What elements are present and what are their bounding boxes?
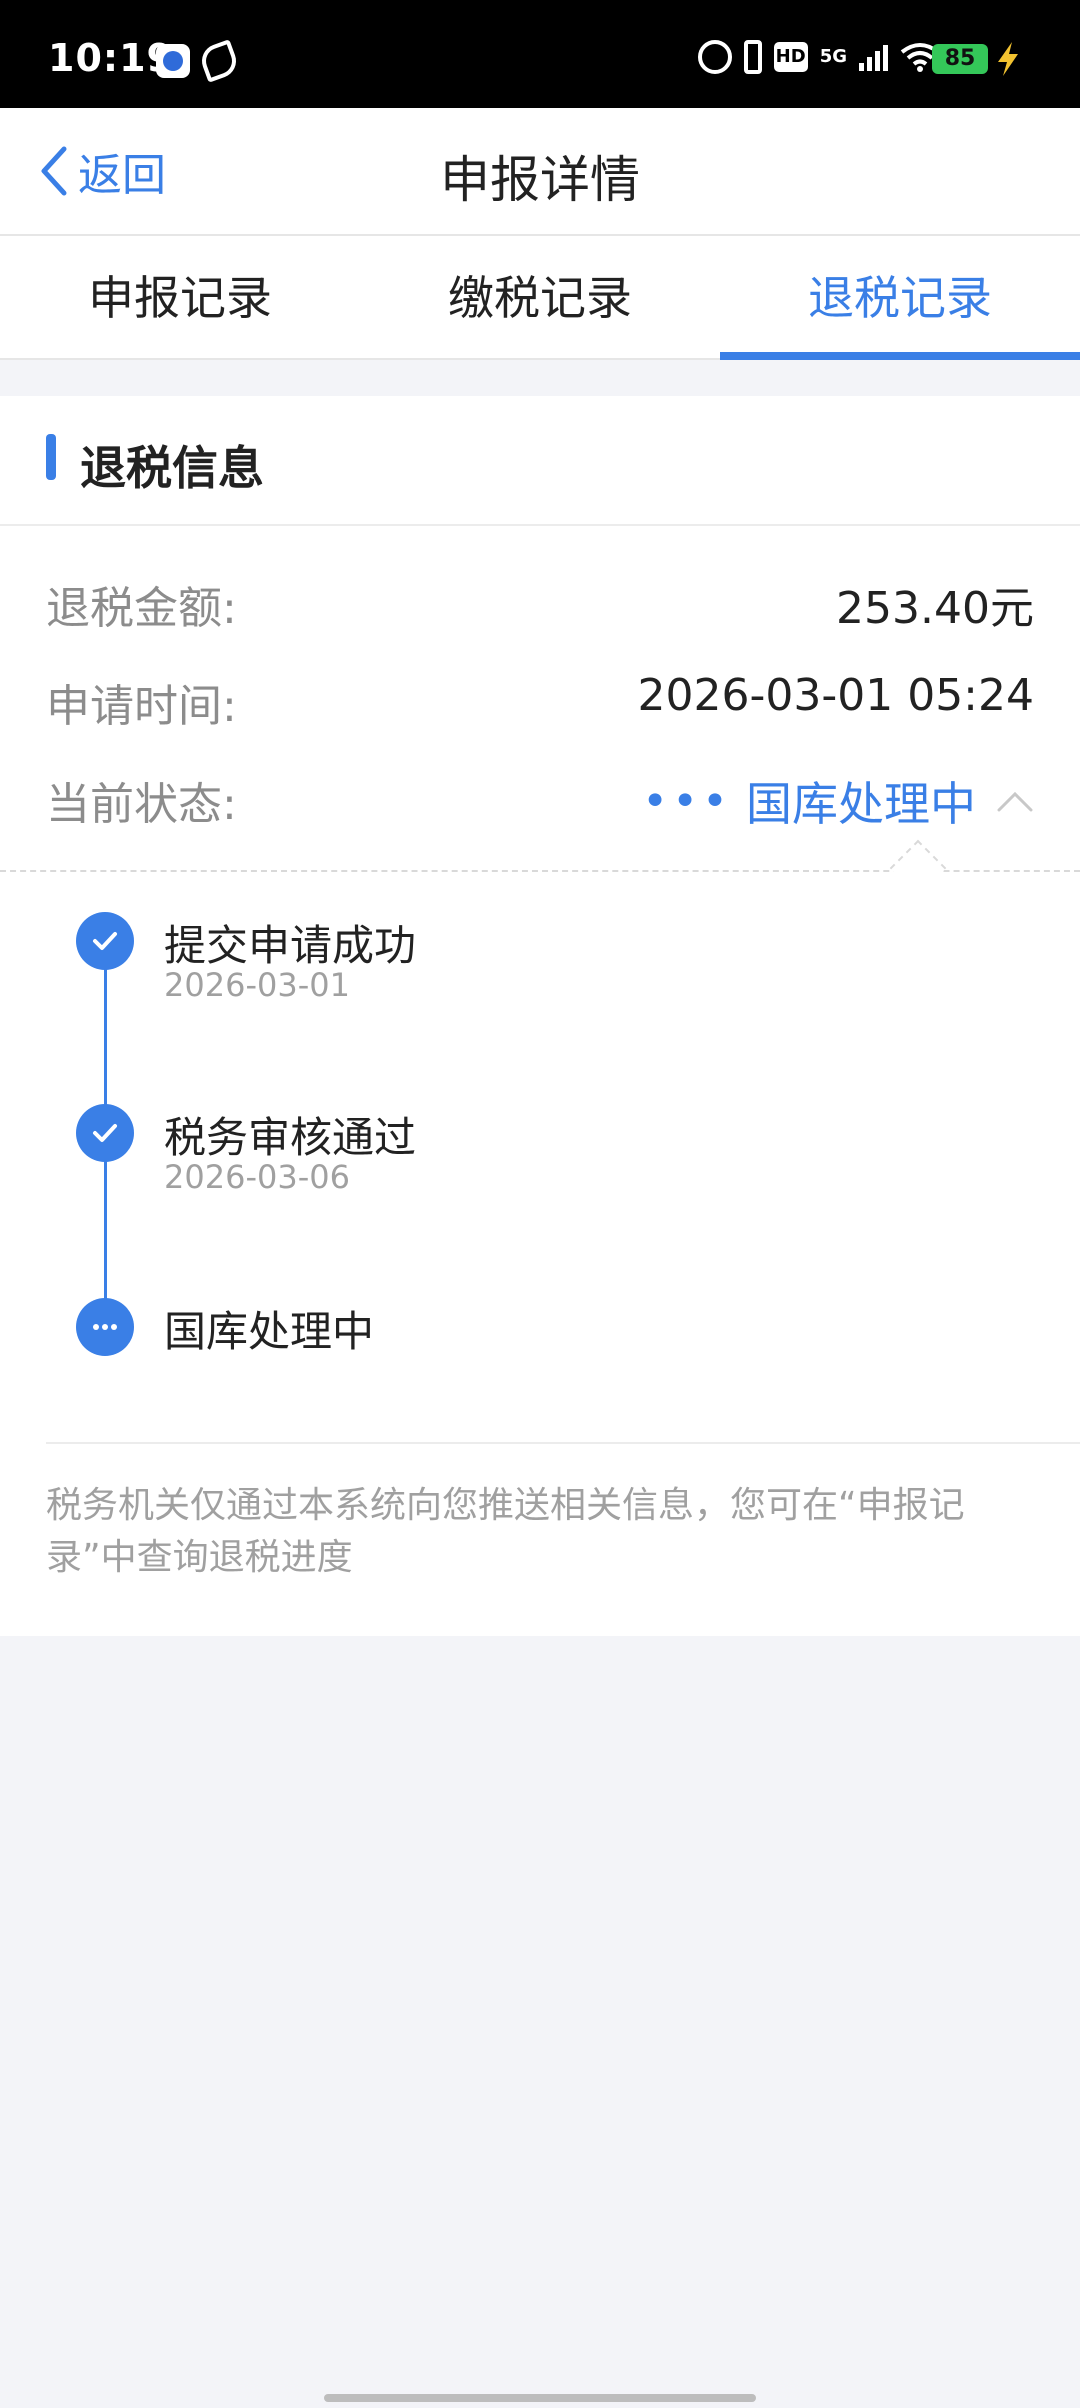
check-icon [76,912,134,970]
status-dots-icon: ••• [642,775,732,827]
dots-icon [76,1298,134,1356]
page-title: 申报详情 [440,151,640,209]
tab-tax-refund-records[interactable]: 退税记录 [720,236,1080,360]
timeline-title: 提交申请成功 [164,921,417,970]
leaf-app-icon [197,39,241,83]
signal-icon [859,43,888,71]
notice-divider [46,1442,1080,1444]
status-toggle[interactable]: ••• 国库处理中 [642,768,1034,834]
timeline-title: 国库处理中 [164,1307,375,1356]
alarm-icon [697,40,732,74]
apply-time-label: 申请时间: [46,681,237,732]
refund-amount-label: 退税金额: [46,583,237,634]
network-type: 5G [819,46,847,67]
apply-time-row: 申请时间: 2026-03-01 05:24 [0,670,1080,732]
refund-amount-value: 253.40元 [836,583,1034,634]
check-icon [76,1104,134,1162]
current-status-row: 当前状态: ••• 国库处理中 [0,768,1080,831]
timeline-title: 税务审核通过 [164,1113,417,1162]
hd-icon: HD [773,42,808,72]
section-title: 退税信息 [80,441,264,495]
notice-text: 税务机关仅通过本系统向您推送相关信息，您可在“申报记录”中查询退税进度 [46,1485,965,1578]
status-icons: HD 5G [697,40,940,74]
nav-bar: 返回 申报详情 [0,108,1080,236]
timeline-date: 2026-03-01 [164,966,350,1004]
current-status-value: 国库处理中 [746,777,976,831]
timeline-date: 2026-03-06 [164,1158,350,1196]
charging-icon [998,42,1018,76]
section-header: 退税信息 [0,396,1080,526]
refund-info-card: 退税信息 退税金额: 253.40元 申请时间: 2026-03-01 05:2… [0,396,1080,1636]
tab-declaration-records[interactable]: 申报记录 [0,236,360,358]
record-tabs: 申报记录 缴税记录 退税记录 [0,236,1080,360]
refund-amount-row: 退税金额: 253.40元 [0,572,1080,634]
battery-icon: 85 [932,44,988,74]
chevron-up-icon [997,791,1033,812]
apply-time-value: 2026-03-01 05:24 [637,670,1035,721]
baidu-app-icon [156,44,190,78]
home-indicator[interactable] [324,2394,756,2402]
section-accent-bar [46,434,56,480]
status-bar: 10:19 HD 5G 85 [0,0,1080,108]
tab-tax-payment-records[interactable]: 缴税记录 [360,236,720,358]
current-status-label: 当前状态: [46,779,237,830]
expand-notch [889,839,947,897]
vibrate-icon [743,40,762,74]
